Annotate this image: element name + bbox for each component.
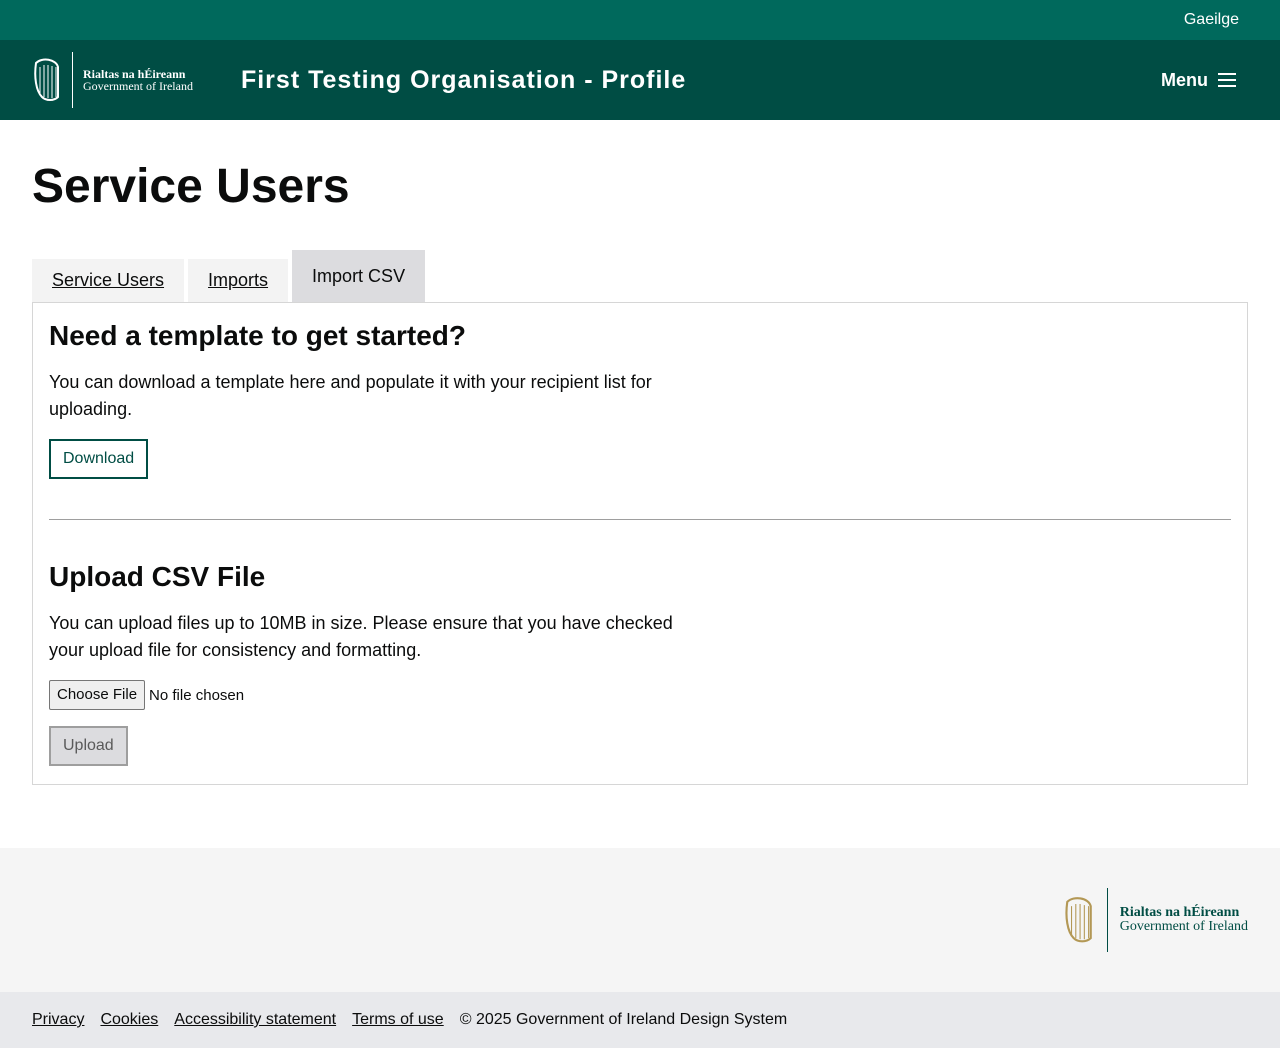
upload-description: You can upload files up to 10MB in size.… bbox=[49, 613, 673, 660]
tab-import-csv[interactable]: Import CSV bbox=[292, 250, 426, 302]
copyright-text: © 2025 Government of Ireland Design Syst… bbox=[459, 1011, 788, 1028]
file-input[interactable]: Choose File No file chosen bbox=[49, 680, 1231, 710]
tab-service-users[interactable]: Service Users bbox=[32, 259, 185, 302]
language-bar: Gaeilge bbox=[0, 0, 1280, 40]
logo-divider bbox=[1106, 888, 1108, 952]
file-status: No file chosen bbox=[149, 686, 245, 704]
menu-label: Menu bbox=[1161, 69, 1208, 90]
language-link[interactable]: Gaeilge bbox=[1184, 11, 1239, 29]
template-description: You can download a template here and pop… bbox=[49, 372, 652, 419]
tab-imports[interactable]: Imports bbox=[188, 259, 289, 302]
logo-line-english: Government of Ireland bbox=[1119, 919, 1248, 934]
logo-wordmark: Rialtas na hÉireann Government of Irelan… bbox=[1120, 906, 1248, 934]
footer-link-terms[interactable]: Terms of use bbox=[352, 1011, 444, 1029]
harp-icon bbox=[34, 58, 59, 101]
import-csv-panel: Need a template to get started? You can … bbox=[32, 302, 1248, 785]
upload-button[interactable]: Upload bbox=[49, 726, 128, 766]
download-button[interactable]: Download bbox=[49, 439, 149, 479]
footer-brand: Rialtas na hÉireann Government of Irelan… bbox=[0, 848, 1280, 992]
menu-button[interactable]: Menu bbox=[1161, 70, 1238, 91]
logo-divider bbox=[72, 52, 73, 108]
site-header: Rialtas na hÉireann Government of Irelan… bbox=[0, 40, 1280, 120]
main-content: Service Users Service Users Imports Impo… bbox=[0, 160, 1280, 785]
footer-link-cookies[interactable]: Cookies bbox=[100, 1011, 158, 1029]
logo-line-irish: Rialtas na hÉireann bbox=[1119, 905, 1240, 920]
logo-wordmark: Rialtas na hÉireann Government of Irelan… bbox=[83, 68, 193, 92]
harp-icon bbox=[1065, 897, 1092, 943]
hamburger-icon bbox=[1218, 73, 1238, 87]
logo-line-english: Government of Ireland bbox=[83, 79, 193, 93]
footer-gov-logo[interactable]: Rialtas na hÉireann Government of Irelan… bbox=[1063, 888, 1248, 952]
footer-links: Privacy Cookies Accessibility statement … bbox=[0, 992, 1280, 1048]
tab-list: Service Users Imports Import CSV bbox=[32, 250, 1248, 302]
choose-file-button[interactable]: Choose File bbox=[49, 680, 146, 710]
section-divider bbox=[49, 519, 1231, 520]
footer-link-privacy[interactable]: Privacy bbox=[32, 1011, 84, 1029]
template-heading: Need a template to get started? bbox=[49, 320, 466, 351]
upload-heading: Upload CSV File bbox=[49, 561, 266, 592]
gov-logo[interactable]: Rialtas na hÉireann Government of Irelan… bbox=[32, 52, 193, 108]
footer-link-accessibility[interactable]: Accessibility statement bbox=[174, 1011, 336, 1029]
site-title[interactable]: First Testing Organisation - Profile bbox=[241, 66, 686, 95]
page-title: Service Users bbox=[32, 160, 350, 213]
